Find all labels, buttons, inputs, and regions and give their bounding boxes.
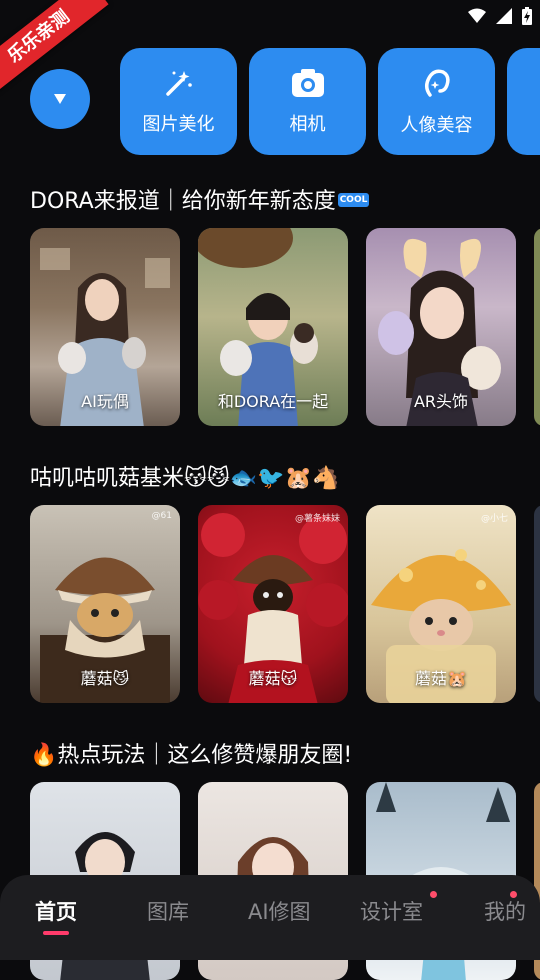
card-ar-headwear[interactable]: AR头饰 bbox=[366, 228, 516, 426]
card-caption: AI玩偶 bbox=[81, 392, 129, 411]
card-ai-doll[interactable]: AI玩偶 bbox=[30, 228, 180, 426]
camera-button[interactable]: 相机 bbox=[249, 48, 366, 155]
card-mushroom-hamster[interactable]: @小七 蘑菇🐹 bbox=[366, 505, 516, 703]
portrait-beauty-icon bbox=[421, 67, 453, 103]
card-mushroom-cat[interactable]: @61 蘑菇😼 bbox=[30, 505, 180, 703]
tab-home[interactable]: 首页 bbox=[35, 896, 77, 926]
tool-label: 图片美化 bbox=[142, 113, 215, 135]
notification-dot bbox=[430, 891, 437, 898]
card-watermark: @小七 bbox=[480, 514, 508, 524]
cool-emoji: COOL bbox=[337, 193, 370, 207]
card-peek[interactable] bbox=[534, 228, 540, 426]
card-caption: 蘑菇🐹 bbox=[415, 669, 467, 688]
card-watermark: @薯条妹妹 bbox=[294, 514, 340, 524]
tab-ai-retouch[interactable]: AI修图 bbox=[248, 896, 311, 926]
more-tool-button[interactable] bbox=[507, 48, 540, 155]
tab-gallery[interactable]: 图库 bbox=[147, 896, 189, 926]
signal-icon bbox=[496, 8, 512, 28]
tab-me[interactable]: 我的 bbox=[484, 896, 526, 926]
card-row-mushroom: @61 蘑菇😼 @薯条妹妹 蘑菇😽 @小七 蘑菇🐹 bbox=[30, 505, 540, 703]
card-row-dora: AI玩偶 和DORA在一起 AR头饰 bbox=[30, 228, 540, 426]
card-caption: 蘑菇😼 bbox=[80, 669, 130, 688]
battery-icon bbox=[522, 7, 532, 29]
expand-tools-button[interactable] bbox=[30, 69, 90, 129]
tool-row: 图片美化 相机 人像美容 bbox=[120, 48, 540, 155]
card-caption: AR头饰 bbox=[413, 392, 469, 411]
card-caption: 和DORA在一起 bbox=[217, 392, 329, 411]
card-with-dora[interactable]: 和DORA在一起 bbox=[198, 228, 348, 426]
notification-dot bbox=[510, 891, 517, 898]
section-title-hot: 🔥热点玩法｜这么修赞爆朋友圈! bbox=[30, 743, 353, 768]
portrait-beauty-button[interactable]: 人像美容 bbox=[378, 48, 495, 155]
section-title-text: DORA来报道｜给你新年新态度 bbox=[30, 189, 336, 214]
magic-wand-icon bbox=[164, 68, 194, 102]
card-peek[interactable] bbox=[534, 505, 540, 703]
card-mushroom-dog[interactable]: @薯条妹妹 蘑菇😽 bbox=[198, 505, 348, 703]
wifi-icon bbox=[468, 8, 486, 28]
chevron-down-icon bbox=[53, 90, 67, 109]
photo-beautify-button[interactable]: 图片美化 bbox=[120, 48, 237, 155]
camera-icon bbox=[291, 68, 325, 102]
active-tab-indicator bbox=[43, 931, 69, 935]
tool-label: 人像美容 bbox=[400, 114, 473, 136]
bottom-tab-bar: 首页 图库 AI修图 设计室 我的 bbox=[0, 875, 540, 960]
tab-design-studio[interactable]: 设计室 bbox=[360, 896, 423, 926]
section-title-mushroom: 咕叽咕叽菇基米😽😼🐟🐦🐹🐴 bbox=[30, 466, 340, 491]
card-caption: 蘑菇😽 bbox=[248, 669, 298, 688]
section-title-dora: DORA来报道｜给你新年新态度 COOL bbox=[30, 183, 370, 215]
tool-label: 相机 bbox=[289, 113, 326, 135]
card-watermark: @61 bbox=[151, 511, 172, 521]
